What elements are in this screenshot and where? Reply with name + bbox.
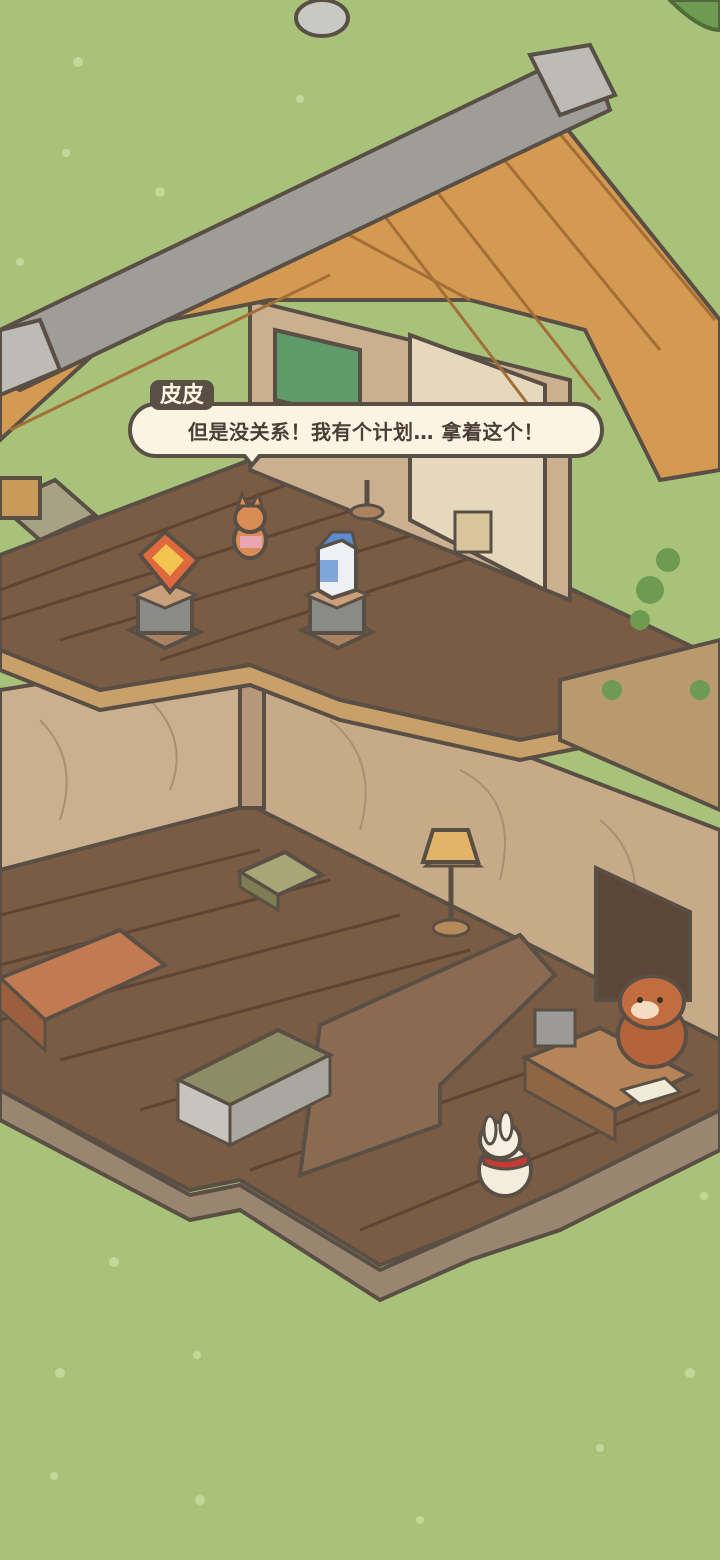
speech-bubble[interactable]: 但是没关系！我有个计划… 拿着这个！ bbox=[128, 402, 604, 458]
house-illustration bbox=[0, 0, 720, 1560]
speaker-name: 皮皮 bbox=[150, 380, 215, 410]
game-scene[interactable]: 皮皮 但是没关系！我有个计划… 拿着这个！ bbox=[0, 0, 720, 1560]
fox-character[interactable] bbox=[232, 490, 268, 560]
rock bbox=[294, 0, 350, 38]
dialogue-box[interactable]: 皮皮 但是没关系！我有个计划… 拿着这个！ bbox=[128, 380, 604, 490]
bubble-tail-inner bbox=[244, 452, 260, 462]
dialogue-text: 但是没关系！我有个计划… 拿着这个！ bbox=[188, 419, 544, 444]
door-sign bbox=[453, 510, 493, 554]
milk-carton-item[interactable] bbox=[313, 530, 359, 601]
red-panda-character[interactable] bbox=[616, 974, 688, 1069]
